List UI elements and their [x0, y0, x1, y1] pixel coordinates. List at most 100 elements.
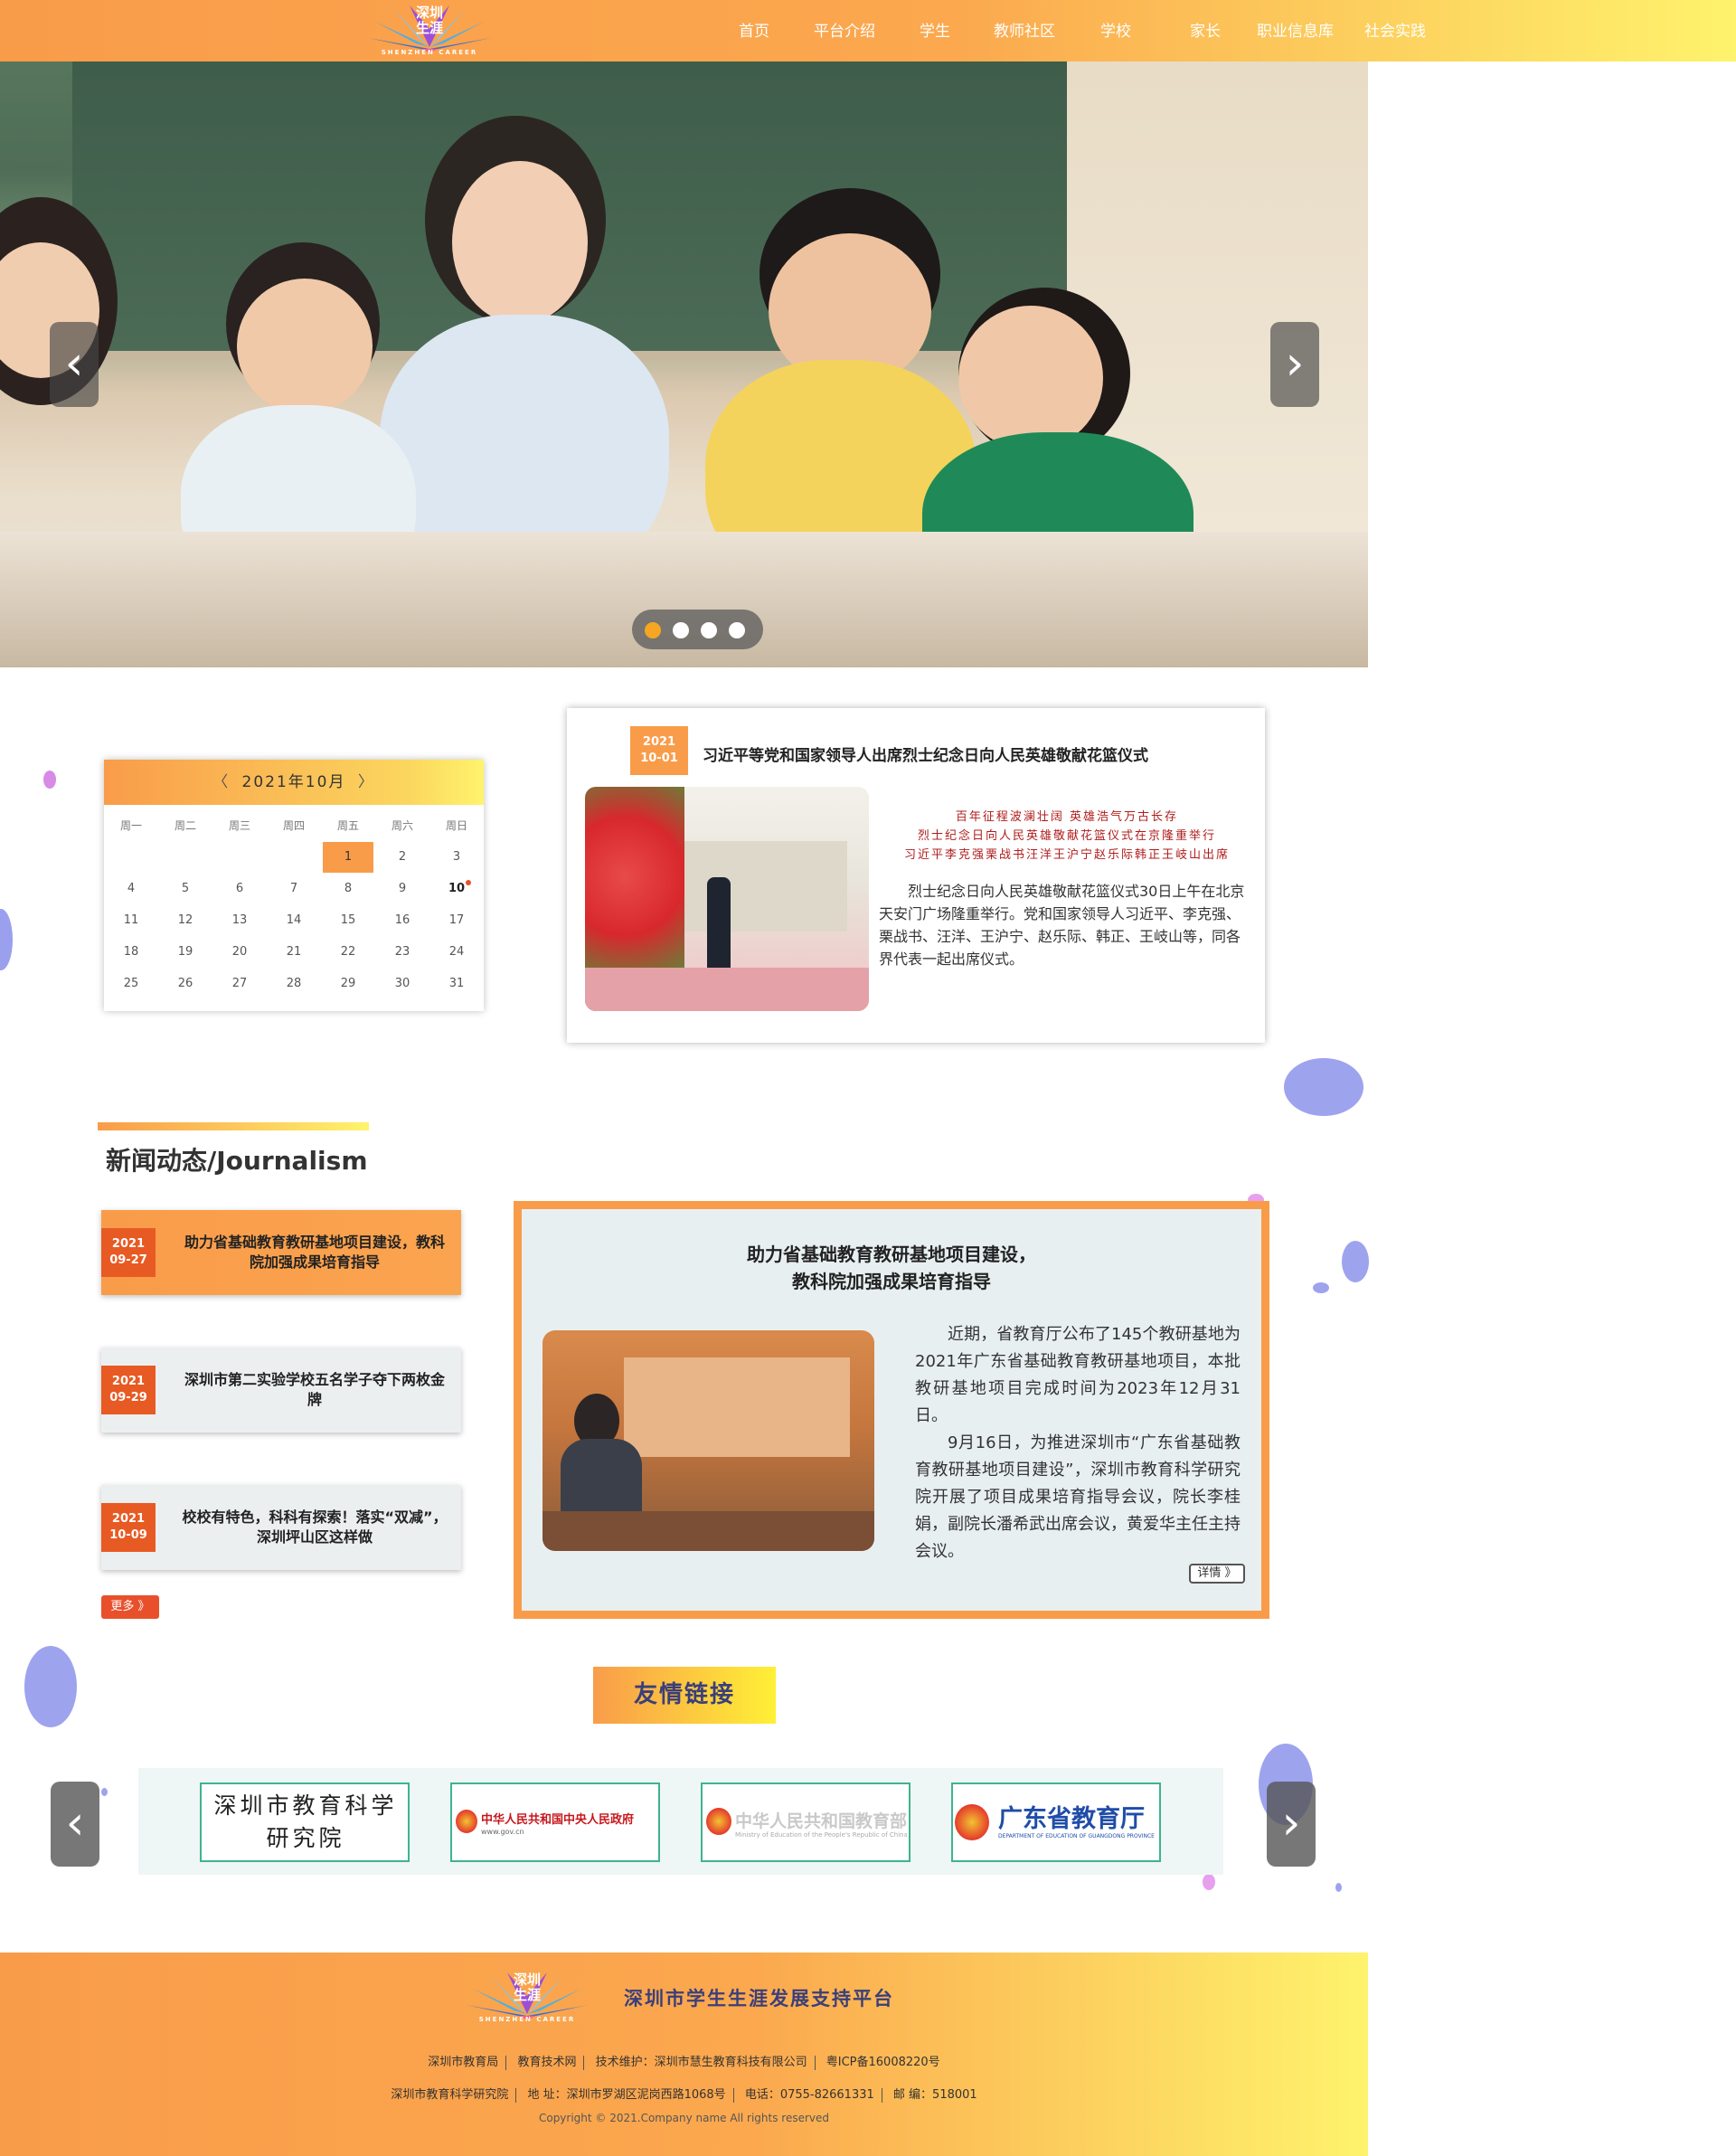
calendar-day[interactable]: 30 — [377, 969, 428, 999]
calendar-day[interactable]: 4 — [106, 874, 156, 904]
calendar-day[interactable]: 26 — [160, 969, 211, 999]
calendar-day[interactable]: 11 — [106, 905, 156, 936]
hero-next-arrow-icon[interactable]: › — [1270, 322, 1319, 407]
calendar-header: 〈 2021年10月 〉 — [104, 760, 484, 805]
nav-platform-intro[interactable]: 平台介绍 — [814, 0, 875, 63]
news-list-item[interactable]: 2021 10-09 校校有特色，科科有探索！落实“双减”，深圳坪山区这样做 — [101, 1485, 461, 1570]
footer-link[interactable]: 教育技术网 — [517, 2056, 576, 2069]
news-section-bar — [98, 1122, 369, 1130]
hero-dot-2[interactable] — [673, 622, 689, 638]
hero-person-teacher-face — [452, 161, 588, 324]
calendar-day[interactable]: 17 — [431, 905, 482, 936]
decor-blob — [24, 1646, 77, 1727]
nav-teacher-community[interactable]: 教师社区 — [994, 0, 1055, 63]
featured-poem-line: 习近平李克强栗战书汪洋王沪宁赵乐际韩正王岐山出席 — [903, 848, 1230, 862]
news-detail-paragraph: 近期，省教育厅公布了145个教研基地为2021年广东省基础教育教研基地项目，本批… — [915, 1325, 1241, 1425]
featured-title[interactable]: 习近平等党和国家领导人出席烈士纪念日向人民英雄敬献花篮仪式 — [703, 742, 1148, 765]
calendar-day[interactable]: 9 — [377, 874, 428, 904]
calendar-day[interactable]: 10 — [431, 874, 482, 904]
footer-copyright: Copyright © 2021.Company name All rights… — [538, 2112, 830, 2124]
link-card-ministry-of-education[interactable]: 中华人民共和国教育部 Ministry of Education of the … — [701, 1782, 910, 1862]
calendar-day[interactable]: 18 — [106, 937, 156, 968]
news-list-item[interactable]: 2021 09-27 助力省基础教育教研基地项目建设，教科院加强成果培育指导 — [101, 1210, 461, 1295]
link-card-name: 深圳市教育科学研究院 — [213, 1792, 398, 1851]
footer-maintenance: 技术维护：深圳市慧生教育科技有限公司 — [595, 2056, 807, 2069]
footer-link[interactable]: 深圳市教育局 — [428, 2056, 498, 2069]
decor-blob — [1313, 1282, 1329, 1293]
footer-icp[interactable]: 粤ICP备16008220号 — [826, 2056, 940, 2069]
featured-image-carpet — [585, 968, 869, 1011]
footer-divider — [515, 2087, 517, 2103]
links-next-arrow-icon[interactable]: › — [1267, 1782, 1316, 1867]
link-card-central-government[interactable]: 中华人民共和国中央人民政府 www.gov.cn — [450, 1782, 660, 1862]
calendar-prev-icon[interactable]: 〈 — [207, 773, 235, 791]
calendar-day[interactable]: 25 — [106, 969, 156, 999]
hero-prev-arrow-icon[interactable]: ‹ — [50, 322, 99, 407]
link-card-sub: Ministry of Education of the People's Re… — [735, 1831, 907, 1839]
featured-news-card[interactable]: 2021 10-01 习近平等党和国家领导人出席烈士纪念日向人民英雄敬献花篮仪式… — [567, 708, 1265, 1043]
calendar-day[interactable]: 16 — [377, 905, 428, 936]
calendar-next-icon[interactable]: 〉 — [353, 773, 381, 791]
news-year: 2021 — [111, 1375, 146, 1388]
news-list-item[interactable]: 2021 09-29 深圳市第二实验学校五名学子夺下两枚金牌 — [101, 1348, 461, 1433]
links-prev-arrow-icon[interactable]: ‹ — [51, 1782, 99, 1867]
link-card-name: 广东省教育厅 — [998, 1805, 1145, 1833]
decor-blob — [101, 1788, 108, 1796]
nav-schools[interactable]: 学校 — [1100, 0, 1131, 63]
calendar-day[interactable]: 31 — [431, 969, 482, 999]
calendar-day[interactable]: 20 — [214, 937, 265, 968]
more-news-button[interactable]: 更多 》 — [101, 1595, 159, 1619]
calendar-day[interactable]: 5 — [160, 874, 211, 904]
calendar-day[interactable]: 27 — [214, 969, 265, 999]
top-header: 深圳 生涯 SHENZHEN CAREER 首页 平台介绍 学生 教师社区 学校… — [0, 0, 1736, 61]
calendar-day[interactable]: 15 — [323, 905, 373, 936]
calendar-day[interactable]: 28 — [269, 969, 319, 999]
footer-org[interactable]: 深圳市教育科学研究院 — [391, 2088, 508, 2102]
calendar-weekday: 周五 — [336, 819, 359, 832]
calendar-day[interactable]: 23 — [377, 937, 428, 968]
nav-students[interactable]: 学生 — [920, 0, 950, 63]
national-emblem-icon — [706, 1808, 731, 1835]
decor-blob — [1335, 1883, 1342, 1892]
hero-carousel[interactable]: ‹ › — [0, 61, 1368, 667]
calendar-day[interactable]: 8 — [323, 874, 373, 904]
calendar-day[interactable]: 19 — [160, 937, 211, 968]
hero-dot-4[interactable] — [729, 622, 745, 638]
calendar-day[interactable]: 14 — [269, 905, 319, 936]
footer-logo[interactable]: 深圳 生涯 SHENZHEN CAREER — [464, 1969, 590, 2027]
page: 深圳 生涯 SHENZHEN CAREER 首页 平台介绍 学生 教师社区 学校… — [0, 0, 1736, 2156]
calendar-day[interactable]: 1 — [323, 842, 373, 873]
calendar-weekday: 周一 — [119, 819, 142, 832]
calendar-day[interactable]: 3 — [431, 842, 482, 873]
footer-logo-cn-text: 深圳 生涯 — [513, 1972, 541, 2003]
calendar-day[interactable]: 6 — [214, 874, 265, 904]
calendar-day[interactable]: 21 — [269, 937, 319, 968]
featured-image[interactable] — [585, 787, 869, 1011]
footer-contact-row: 深圳市教育科学研究院 地 址：深圳市罗湖区泥岗西路1068号 电话：0755-8… — [0, 2085, 1368, 2103]
news-detail-title-line: 助力省基础教育教研基地项目建设， — [747, 1243, 1036, 1265]
hero-person-boy1-face — [237, 279, 373, 414]
link-card-guangdong-education[interactable]: 广东省教育厅 DEPARTMENT OF EDUCATION OF GUANGD… — [951, 1782, 1161, 1862]
nav-home[interactable]: 首页 — [739, 0, 769, 63]
calendar-day[interactable]: 12 — [160, 905, 211, 936]
news-detail-image[interactable] — [542, 1330, 874, 1551]
decor-blob — [1342, 1241, 1369, 1282]
calendar-day[interactable]: 24 — [431, 937, 482, 968]
calendar-day[interactable]: 29 — [323, 969, 373, 999]
nav-social-practice[interactable]: 社会实践 — [1364, 0, 1426, 63]
news-item-title: 深圳市第二实验学校五名学子夺下两枚金牌 — [184, 1371, 445, 1408]
link-card-sz-education-research[interactable]: 深圳市教育科学研究院 — [200, 1782, 410, 1862]
hero-dot-1[interactable] — [645, 622, 661, 638]
nav-parents[interactable]: 家长 — [1190, 0, 1221, 63]
calendar-day[interactable]: 13 — [214, 905, 265, 936]
footer-logo-en-text: SHENZHEN CAREER — [478, 2016, 576, 2023]
news-detail-title-line: 教科院加强成果培育指导 — [792, 1271, 991, 1292]
site-logo[interactable]: 深圳 生涯 SHENZHEN CAREER — [366, 2, 493, 60]
calendar-day[interactable]: 22 — [323, 937, 373, 968]
details-button[interactable]: 详情 》 — [1189, 1564, 1245, 1584]
nav-career-database[interactable]: 职业信息库 — [1257, 0, 1334, 63]
calendar-day[interactable]: 7 — [269, 874, 319, 904]
calendar-day[interactable]: 2 — [377, 842, 428, 873]
calendar-weekday: 周六 — [391, 819, 413, 832]
hero-dot-3[interactable] — [701, 622, 717, 638]
